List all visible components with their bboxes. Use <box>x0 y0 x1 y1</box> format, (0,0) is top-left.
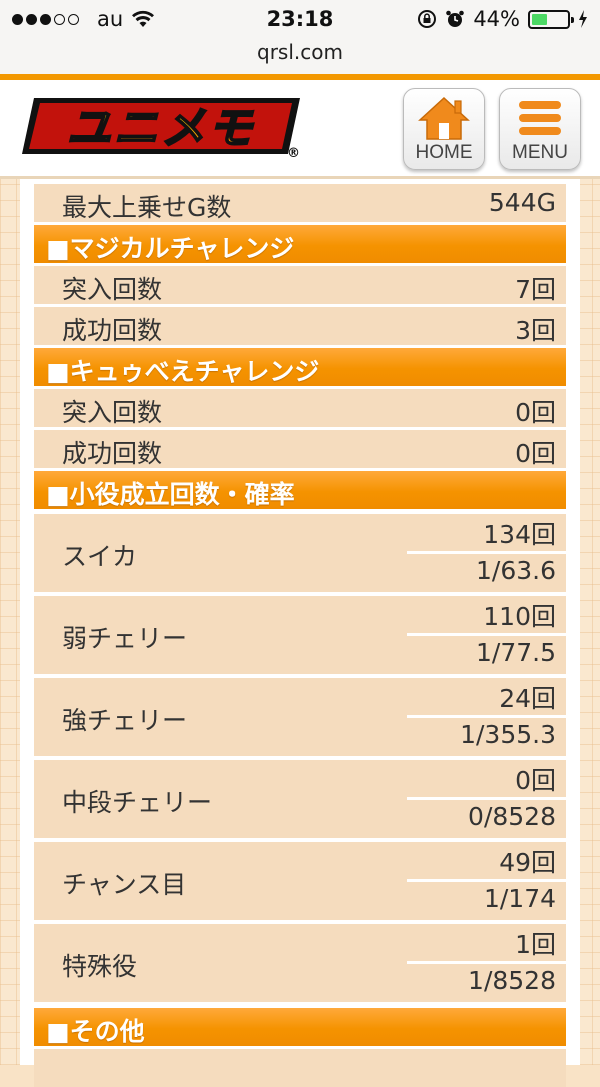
status-right: 44% <box>417 7 588 31</box>
stat-probability: 1/174 <box>483 884 556 913</box>
section-header-kyubey-challenge: ■キュゥべえチャレンジ <box>34 348 566 386</box>
stat-probability: 1/77.5 <box>476 638 556 667</box>
menu-button-label: MENU <box>512 142 568 163</box>
alarm-icon <box>446 10 465 27</box>
house-icon <box>418 96 470 140</box>
section-title: ■マジカルチャレンジ <box>46 234 295 263</box>
cell-divider <box>407 961 566 964</box>
stat-label: 中段チェリー <box>62 788 213 817</box>
stat-row: 弱チェリー 110回 1/77.5 <box>34 596 566 674</box>
cell-divider <box>407 715 566 718</box>
unimemo-logo[interactable]: ユニメモ <box>20 94 304 158</box>
table-row: 突入回数 7回 <box>34 266 566 304</box>
row-label: 突入回数 <box>62 275 163 304</box>
cell-divider <box>407 551 566 554</box>
section-title: ■キュゥべえチャレンジ <box>46 357 320 386</box>
section-header-small-role-stats: ■小役成立回数・確率 <box>34 471 566 509</box>
cell-divider <box>407 879 566 882</box>
stat-count: 110回 <box>483 602 556 631</box>
hamburger-menu-icon <box>519 101 561 135</box>
stat-count: 134回 <box>483 520 556 549</box>
page-background: 最大上乗せG数 544G ■マジカルチャレンジ 突入回数 7回 成功回数 3回 … <box>0 179 600 1087</box>
url-text: qrsl.com <box>257 40 343 64</box>
site-header: ユニメモ ® HOME MENU <box>0 80 600 179</box>
row-value: 544G <box>488 188 556 217</box>
stat-count: 0回 <box>515 766 556 795</box>
stat-label: 弱チェリー <box>62 624 188 653</box>
stat-label: 強チェリー <box>62 706 188 735</box>
section-title: ■その他 <box>46 1017 145 1046</box>
stat-row: チャンス目 49回 1/174 <box>34 842 566 920</box>
stat-probability: 0/8528 <box>468 802 556 831</box>
row-label: 成功回数 <box>62 439 163 468</box>
section-header-other: ■その他 <box>34 1008 566 1046</box>
stat-probability: 1/355.3 <box>460 720 556 749</box>
stat-label: スイカ <box>62 542 138 571</box>
svg-text:ユニメモ: ユニメモ <box>67 103 255 154</box>
section-header-magical-challenge: ■マジカルチャレンジ <box>34 225 566 263</box>
table-row: 成功回数 3回 <box>34 307 566 345</box>
stat-row: 中段チェリー 0回 0/8528 <box>34 760 566 838</box>
stat-probability: 1/63.6 <box>476 556 556 585</box>
stat-count: 1回 <box>515 930 556 959</box>
row-label: 最大上乗せG数 <box>62 193 232 222</box>
table-row: 成功回数 0回 <box>34 430 566 468</box>
charging-bolt-icon <box>579 10 587 28</box>
table-row-partial <box>34 1049 566 1087</box>
row-value: 0回 <box>515 398 556 427</box>
battery-percent: 44% <box>473 7 520 31</box>
status-bar: au 23:18 44% <box>0 0 600 40</box>
stat-row: スイカ 134回 1/63.6 <box>34 514 566 592</box>
section-title: ■小役成立回数・確率 <box>46 480 295 509</box>
cell-divider <box>407 633 566 636</box>
rotation-lock-icon <box>418 10 437 28</box>
home-button-label: HOME <box>415 142 473 163</box>
content-panel: 最大上乗せG数 544G ■マジカルチャレンジ 突入回数 7回 成功回数 3回 … <box>20 179 580 1087</box>
stat-count: 49回 <box>499 848 556 877</box>
battery-icon <box>528 9 574 29</box>
stat-probability: 1/8528 <box>468 966 556 995</box>
stat-count: 24回 <box>499 684 556 713</box>
stat-row: 強チェリー 24回 1/355.3 <box>34 678 566 756</box>
stat-label: チャンス目 <box>62 870 187 899</box>
registered-mark: ® <box>287 146 300 161</box>
address-bar[interactable]: qrsl.com <box>0 40 600 74</box>
home-button[interactable]: HOME <box>403 88 485 170</box>
table-row: 最大上乗せG数 544G <box>34 184 566 222</box>
row-label: 突入回数 <box>62 398 163 427</box>
battery-level-fill <box>532 13 547 25</box>
stat-label: 特殊役 <box>62 952 138 981</box>
stat-row: 特殊役 1回 1/8528 <box>34 924 566 1002</box>
cell-divider <box>407 797 566 800</box>
row-value: 3回 <box>515 316 556 345</box>
row-value: 7回 <box>515 275 556 304</box>
table-row: 突入回数 0回 <box>34 389 566 427</box>
row-value: 0回 <box>515 439 556 468</box>
menu-button[interactable]: MENU <box>499 88 581 170</box>
row-label: 成功回数 <box>62 316 163 345</box>
